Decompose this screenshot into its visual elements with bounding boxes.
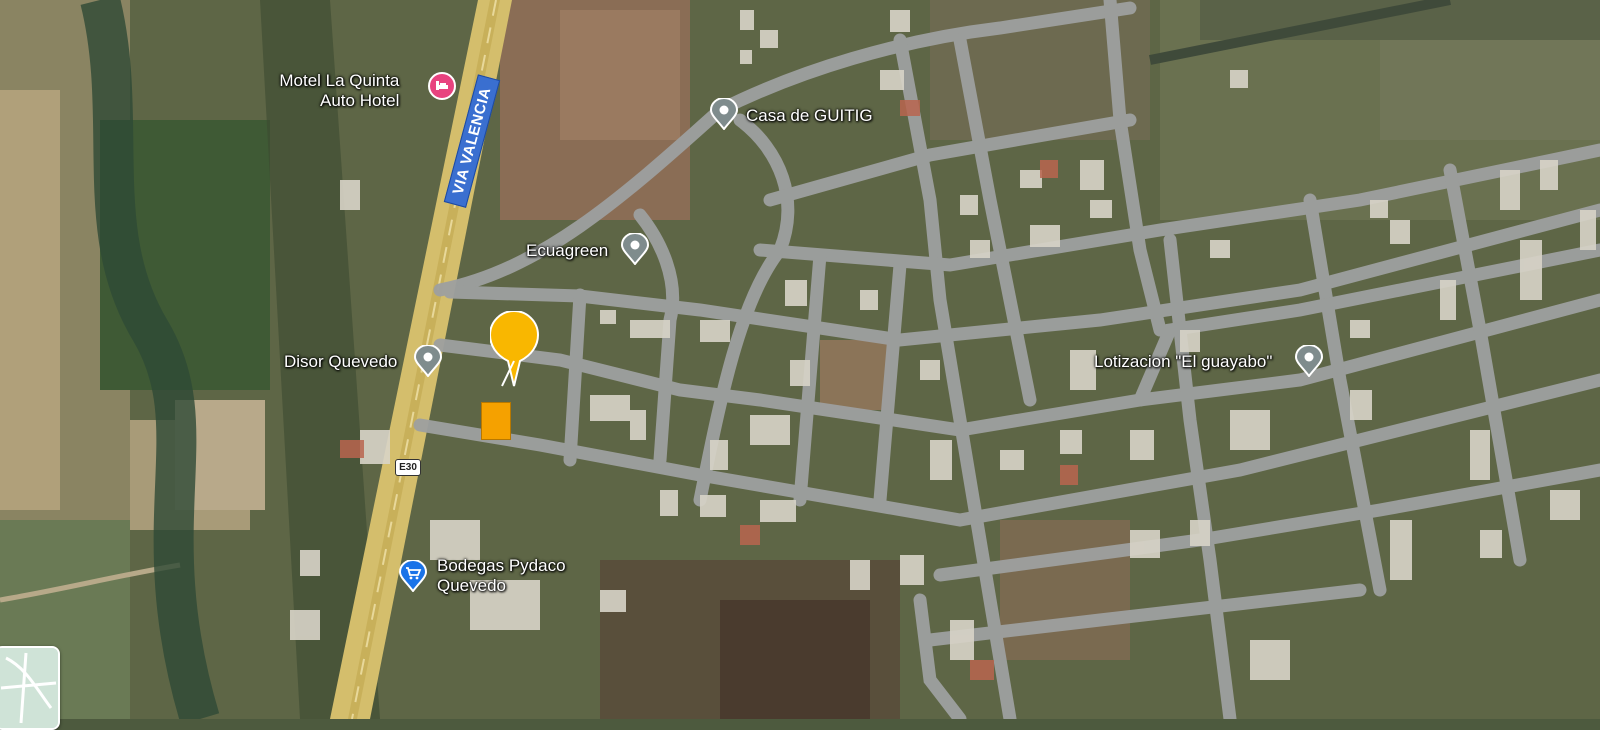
place-label-casa-de-guitig[interactable]: Casa de GUITIG: [746, 106, 873, 126]
place-label-line2: Auto Hotel: [320, 91, 400, 110]
place-label-motel-la-quinta[interactable]: Motel La Quinta Auto Hotel: [278, 71, 399, 111]
place-pin-icon[interactable]: [709, 98, 739, 130]
place-label-disor-quevedo[interactable]: Disor Quevedo: [284, 352, 397, 372]
place-label-lotizacion-el-guayabo[interactable]: Lotizacion "El guayabo": [1094, 352, 1272, 372]
map-layers-thumbnail[interactable]: [0, 646, 60, 730]
place-pin-icon[interactable]: [620, 233, 650, 265]
selected-lot-area[interactable]: [481, 402, 511, 440]
place-pin-icon[interactable]: [1294, 345, 1324, 377]
location-marker-icon[interactable]: [490, 311, 540, 387]
shopping-cart-pin-icon[interactable]: [398, 560, 428, 592]
place-label-bodegas-pydaco[interactable]: Bodegas Pydaco Quevedo: [437, 556, 566, 596]
place-label-ecuagreen[interactable]: Ecuagreen: [526, 241, 608, 261]
place-label-line1: Motel La Quinta: [279, 71, 400, 90]
hotel-pin-icon[interactable]: [428, 72, 456, 100]
place-label-line2: Quevedo: [437, 576, 506, 595]
road-shield-e30: E30: [395, 459, 421, 476]
place-pin-icon[interactable]: [413, 345, 443, 377]
place-label-line1: Bodegas Pydaco: [437, 556, 566, 575]
